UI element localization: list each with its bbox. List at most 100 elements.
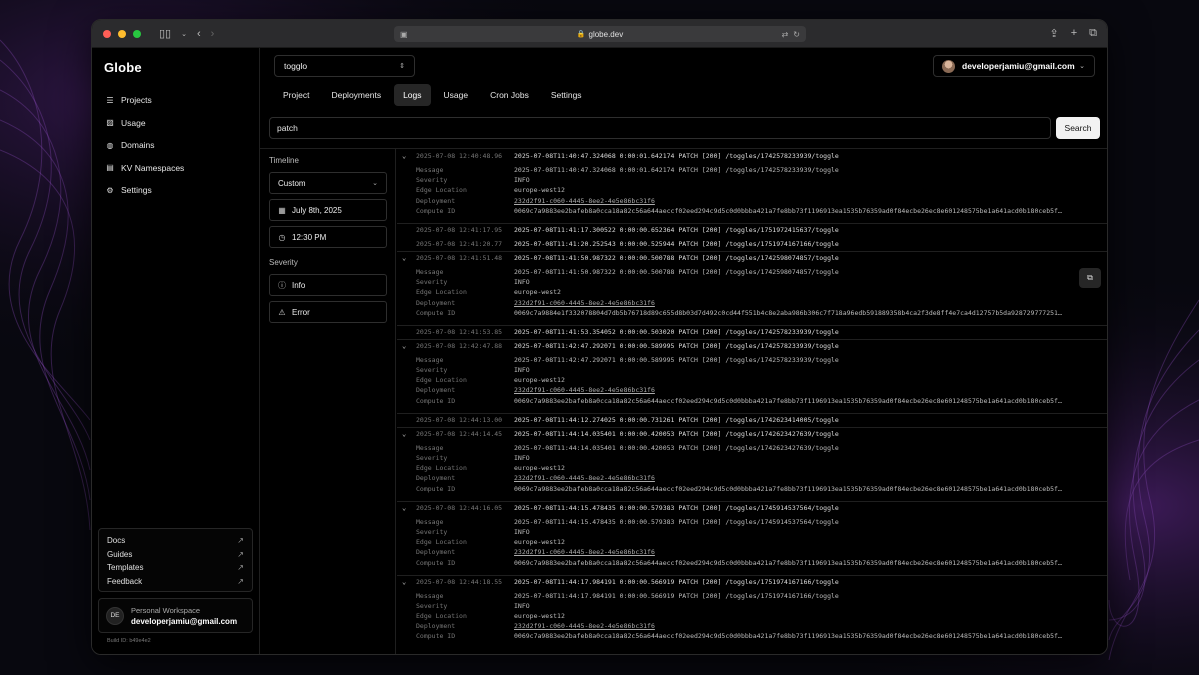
log-details: Message 2025-07-08T11:44:15.478435 0:00:0… xyxy=(397,515,1107,575)
log-entry-row[interactable]: ⌄ 2025-07-08 12:44:14.45 2025-07-08T11:44:… xyxy=(397,426,1107,441)
close-window-button[interactable] xyxy=(103,29,111,38)
log-entry-row[interactable]: ⌄ 2025-07-08 12:42:47.88 2025-07-08T11:42:… xyxy=(397,338,1107,353)
log-entry-row[interactable]: ⌄ 2025-07-08 12:41:51.48 2025-07-08T11:41:… xyxy=(397,250,1107,265)
detail-value: INFO xyxy=(514,366,530,375)
range-value: Custom xyxy=(278,178,306,188)
detail-value: INFO xyxy=(514,454,530,462)
date-value: July 8th, 2025 xyxy=(292,205,342,215)
tab-usage[interactable]: Usage xyxy=(435,84,478,106)
time-picker[interactable]: ◷ 12:30 PM xyxy=(269,226,387,248)
log-entry-row[interactable]: 2025-07-08 12:44:13.00 2025-07-08T11:44:1… xyxy=(397,412,1107,427)
log-details: Message 2025-07-08T11:41:50.987322 0:00:0… xyxy=(397,265,1107,325)
detail-value: 2025-07-08T11:40:47.324068 0:00:01.64217… xyxy=(514,166,839,174)
tab-cron-jobs[interactable]: Cron Jobs xyxy=(481,84,538,106)
detail-value: europe-west12 xyxy=(514,612,565,621)
log-entry-row[interactable]: ⌄ 2025-07-08 12:40:48.96 2025-07-08T11:40:… xyxy=(397,149,1107,163)
user-menu-button[interactable]: developerjamiu@gmail.com ⌄ xyxy=(933,55,1095,77)
detail-key: Edge Location xyxy=(416,288,467,297)
app-logo[interactable]: Globe xyxy=(104,60,259,75)
project-selector[interactable]: togglo ⇕ xyxy=(274,55,415,77)
search-value: patch xyxy=(277,123,298,133)
log-message: 2025-07-08T11:44:15.478435 0:00:00.57938… xyxy=(514,504,839,513)
log-message: 2025-07-08T11:41:50.987322 0:00:00.50078… xyxy=(514,254,839,263)
address-bar[interactable]: ▣ 🔒 globe.dev ⇄ ↻ xyxy=(394,26,806,42)
log-entry-row[interactable]: 2025-07-08 12:41:53.85 2025-07-08T11:41:5… xyxy=(397,324,1107,339)
chevron-down-icon[interactable]: ⌄ xyxy=(402,254,406,262)
avatar: DE xyxy=(106,606,124,625)
reload-icon[interactable]: ↻ xyxy=(793,30,800,39)
chevron-down-icon[interactable]: ⌄ xyxy=(181,30,187,38)
detail-key: Deployment xyxy=(416,548,456,557)
sidebar-item-settings[interactable]: ⚙ Settings xyxy=(92,179,259,202)
deployment-link[interactable]: 232d2f91-c060-4445-8ee2-4e5e86bc31f6 xyxy=(514,299,655,307)
log-search-input[interactable]: patch xyxy=(269,117,1051,139)
search-button[interactable]: Search xyxy=(1056,117,1100,139)
tab-overview-icon[interactable]: ⧉ xyxy=(1089,27,1097,40)
deployment-link[interactable]: 232d2f91-c060-4445-8ee2-4e5e86bc31f6 xyxy=(514,474,655,482)
workspace-switcher[interactable]: DE Personal Workspace developerjamiu@gma… xyxy=(98,598,253,633)
log-entry-row[interactable]: ⌄ 2025-07-08 12:44:16.05 2025-07-08T11:44:… xyxy=(397,500,1107,515)
chevron-down-icon[interactable]: ⌄ xyxy=(402,578,406,586)
deployment-link[interactable]: 232d2f91-c060-4445-8ee2-4e5e86bc31f6 xyxy=(514,197,655,205)
log-timestamp: 2025-07-08 12:42:47.88 xyxy=(416,342,503,351)
sidebar-item-kv-namespaces[interactable]: ▤ KV Namespaces xyxy=(92,157,259,180)
timeline-range-select[interactable]: Custom ⌄ xyxy=(269,172,387,194)
log-detail-row: Message 2025-07-08T11:41:50.987322 0:00:0… xyxy=(397,268,1107,278)
log-detail-row: Severity INFO xyxy=(397,278,1107,288)
tab-logs[interactable]: Logs xyxy=(394,84,431,106)
zoom-window-button[interactable] xyxy=(133,29,141,38)
calendar-icon: ▦ xyxy=(278,205,286,215)
log-entry-row[interactable]: ⌄ 2025-07-08 12:44:18.55 2025-07-08T11:44:… xyxy=(397,574,1107,589)
share-icon[interactable]: ⇪ xyxy=(1049,27,1058,40)
sidebar-toggle-icon[interactable]: ▯▯ xyxy=(159,27,171,40)
detail-key: Compute ID xyxy=(416,484,456,493)
detail-key: Severity xyxy=(416,454,448,462)
sidebar-item-projects[interactable]: ☰ Projects xyxy=(92,89,259,112)
translate-icon[interactable]: ⇄ xyxy=(782,30,789,39)
chevron-down-icon[interactable]: ⌄ xyxy=(402,430,406,438)
chevron-down-icon[interactable]: ⌄ xyxy=(402,504,406,512)
severity-info-toggle[interactable]: ⓘ Info xyxy=(269,274,387,296)
link-label: Feedback xyxy=(107,576,143,586)
back-icon[interactable]: ‹ xyxy=(197,28,201,40)
external-link-icon: ↗ xyxy=(237,536,244,546)
tab-deployments[interactable]: Deployments xyxy=(322,84,390,106)
chevron-down-icon[interactable]: ⌄ xyxy=(402,152,406,160)
log-detail-row: Deployment 232d2f91-c060-4445-8ee2-4e5e86… xyxy=(397,622,1107,632)
deployment-link[interactable]: 232d2f91-c060-4445-8ee2-4e5e86bc31f6 xyxy=(514,548,655,556)
table-icon: ▤ xyxy=(106,163,114,173)
tab-settings[interactable]: Settings xyxy=(542,84,591,106)
detail-value: 0069c7a9883ee2bafeb8a0cca18a82c56a644aec… xyxy=(514,396,1062,405)
log-detail-row: Compute ID 0069c7a9883ee2bafeb8a0cca18a82… xyxy=(397,632,1107,642)
tab-project[interactable]: Project xyxy=(274,84,318,106)
log-entry-row[interactable]: 2025-07-08 12:41:20.77 2025-07-08T11:41:2… xyxy=(397,237,1107,251)
log-message: 2025-07-08T11:41:53.354052 0:00:00.50302… xyxy=(514,328,839,337)
log-detail-row: Message 2025-07-08T11:40:47.324068 0:00:0… xyxy=(397,166,1107,176)
chevron-down-icon[interactable]: ⌄ xyxy=(402,342,406,350)
minimize-window-button[interactable] xyxy=(118,29,126,38)
log-timestamp: 2025-07-08 12:41:53.85 xyxy=(416,328,503,337)
sidebar-item-label: KV Namespaces xyxy=(121,162,185,173)
date-picker[interactable]: ▦ July 8th, 2025 xyxy=(269,199,387,221)
deployment-link[interactable]: 232d2f91-c060-4445-8ee2-4e5e86bc31f6 xyxy=(514,622,655,630)
detail-value: 2025-07-08T11:41:50.987322 0:00:00.50078… xyxy=(514,267,839,276)
deployment-link[interactable]: 232d2f91-c060-4445-8ee2-4e5e86bc31f6 xyxy=(514,386,655,394)
forward-icon[interactable]: › xyxy=(211,28,215,40)
avatar xyxy=(942,59,955,73)
sidebar-item-domains[interactable]: ◍ Domains xyxy=(92,134,259,157)
build-id: Build ID: b49e4e2 xyxy=(107,638,151,644)
page-settings-icon[interactable]: ▣ xyxy=(400,30,408,39)
feedback-link[interactable]: Feedback ↗ xyxy=(107,575,244,589)
log-entry-row[interactable]: 2025-07-08 12:41:17.95 2025-07-08T11:41:1… xyxy=(397,222,1107,237)
docs-link[interactable]: Docs ↗ xyxy=(107,534,244,548)
log-details: Message 2025-07-08T11:44:14.035401 0:00:0… xyxy=(397,441,1107,501)
log-timestamp: 2025-07-08 12:40:48.96 xyxy=(416,152,503,160)
copy-icon[interactable]: ⧉ xyxy=(1079,267,1101,288)
detail-key: Edge Location xyxy=(416,464,467,473)
severity-error-toggle[interactable]: ⚠ Error xyxy=(269,301,387,323)
detail-key: Message xyxy=(416,443,444,452)
new-tab-icon[interactable]: + xyxy=(1071,27,1077,40)
guides-link[interactable]: Guides ↗ xyxy=(107,548,244,562)
sidebar-item-usage[interactable]: ▨ Usage xyxy=(92,112,259,135)
templates-link[interactable]: Templates ↗ xyxy=(107,561,244,575)
